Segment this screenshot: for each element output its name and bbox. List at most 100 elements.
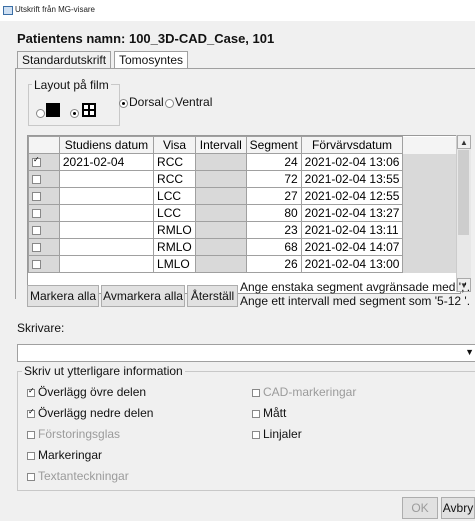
patient-name: Patientens namn: 100_3D-CAD_Case, 101 — [17, 31, 275, 46]
header-interval[interactable]: Intervall — [194, 136, 247, 154]
checkbox-icon[interactable] — [252, 410, 260, 418]
hint-single-segments: Ange enstaka segment avgränsade med ','. — [240, 280, 471, 294]
cell-interval[interactable] — [194, 204, 247, 222]
cell-study-date[interactable] — [58, 204, 155, 222]
option-label: Mått — [263, 406, 287, 420]
layout-single-radio[interactable] — [36, 109, 45, 118]
reset-button[interactable]: Återställ — [187, 285, 238, 307]
table-row[interactable]: 2021-02-04 RCC 24 2021-02-04 13:06 — [28, 153, 460, 171]
layout-quad-radio[interactable] — [70, 109, 79, 118]
table-row[interactable]: RCC 72 2021-02-04 13:55 — [28, 170, 460, 188]
row-checkbox[interactable] — [32, 155, 41, 167]
row-checkbox-cell[interactable] — [28, 238, 60, 256]
checkbox-icon[interactable] — [27, 407, 35, 418]
option-cad-markings: CAD-markeringar — [252, 385, 356, 399]
row-checkbox[interactable] — [32, 226, 41, 235]
ok-button[interactable]: OK — [402, 497, 438, 519]
cell-view: LCC — [153, 187, 196, 205]
cell-study-date[interactable] — [58, 170, 155, 188]
cell-interval[interactable] — [194, 255, 247, 273]
row-checkbox[interactable] — [32, 243, 41, 252]
row-checkbox-cell[interactable] — [28, 204, 60, 222]
dorsal-label: Dorsal — [129, 95, 164, 109]
option-rulers[interactable]: Linjaler — [252, 427, 302, 441]
cell-interval[interactable] — [194, 238, 247, 256]
row-checkbox[interactable] — [32, 192, 41, 201]
cancel-button[interactable]: Avbry — [441, 497, 475, 519]
tab-tomosyntes[interactable]: Tomosyntes — [114, 51, 189, 68]
cell-view: RMLO — [153, 221, 196, 239]
row-checkbox[interactable] — [32, 175, 41, 184]
row-checkbox-cell[interactable] — [28, 187, 60, 205]
option-label: Förstoringsglas — [38, 427, 121, 441]
header-study-date[interactable]: Studiens datum — [58, 136, 155, 154]
cell-study-date[interactable] — [58, 221, 155, 239]
cell-interval[interactable] — [194, 153, 247, 171]
row-checkbox-cell[interactable] — [28, 170, 60, 188]
cell-view: RCC — [153, 170, 196, 188]
option-label: Markeringar — [38, 448, 103, 462]
cell-acquisition-date: 2021-02-04 13:11 — [300, 221, 404, 239]
row-checkbox[interactable] — [32, 260, 41, 269]
row-checkbox-cell[interactable] — [28, 153, 60, 171]
cell-segment[interactable]: 68 — [245, 238, 302, 256]
row-checkbox-cell[interactable] — [28, 255, 60, 273]
option-markings[interactable]: Markeringar — [27, 448, 102, 462]
option-label: Textanteckningar — [38, 469, 129, 483]
checkbox-icon — [27, 431, 35, 439]
cell-view: LCC — [153, 204, 196, 222]
checkbox-icon[interactable] — [27, 452, 35, 460]
chevron-down-icon[interactable]: ▼ — [465, 347, 474, 357]
cell-segment[interactable]: 27 — [245, 187, 302, 205]
scroll-thumb[interactable] — [458, 150, 469, 235]
table-row[interactable]: LCC 27 2021-02-04 12:55 — [28, 187, 460, 205]
header-acquisition-date[interactable]: Förvärvsdatum — [300, 136, 404, 154]
cell-interval[interactable] — [194, 170, 247, 188]
option-measurements[interactable]: Mått — [252, 406, 286, 420]
option-overlay-bottom[interactable]: Överlägg nedre delen — [27, 406, 153, 420]
table-row[interactable]: RMLO 23 2021-02-04 13:11 — [28, 221, 460, 239]
cell-segment[interactable]: 26 — [245, 255, 302, 273]
option-label: CAD-markeringar — [263, 385, 357, 399]
cell-acquisition-date: 2021-02-04 13:27 — [300, 204, 404, 222]
ventral-radio[interactable] — [165, 99, 174, 108]
checkbox-icon — [27, 473, 35, 481]
checkbox-icon[interactable] — [27, 386, 35, 397]
cell-view: LMLO — [153, 255, 196, 273]
cell-filler — [402, 170, 460, 188]
table-row[interactable]: RMLO 68 2021-02-04 14:07 — [28, 238, 460, 256]
scroll-up-icon[interactable]: ▲ — [457, 135, 471, 149]
header-view[interactable]: Visa — [153, 136, 196, 154]
tab-standardutskrift[interactable]: Standardutskrift — [17, 51, 112, 68]
segment-grid: Studiens datum Visa Intervall Segment Fö… — [27, 135, 461, 294]
window-title: Utskrift från MG-visare — [15, 5, 96, 14]
header-segment[interactable]: Segment — [245, 136, 302, 154]
printer-select[interactable]: ▼ — [17, 344, 475, 362]
checkbox-icon[interactable] — [252, 431, 260, 439]
row-checkbox-cell[interactable] — [28, 221, 60, 239]
table-row[interactable]: LMLO 26 2021-02-04 13:00 — [28, 255, 460, 273]
cell-study-date[interactable] — [58, 255, 155, 273]
cell-filler — [402, 255, 460, 273]
ventral-label: Ventral — [175, 95, 213, 109]
table-header-row: Studiens datum Visa Intervall Segment Fö… — [28, 136, 460, 154]
cell-segment[interactable]: 24 — [245, 153, 302, 171]
cell-segment[interactable]: 72 — [245, 170, 302, 188]
table-row[interactable]: LCC 80 2021-02-04 13:27 — [28, 204, 460, 222]
cell-study-date[interactable] — [58, 238, 155, 256]
grid-vertical-scrollbar[interactable]: ▲ ▼ — [456, 135, 471, 292]
cell-interval[interactable] — [194, 187, 247, 205]
cell-acquisition-date: 2021-02-04 14:07 — [300, 238, 404, 256]
option-overlay-top[interactable]: Överlägg övre delen — [27, 385, 146, 399]
cell-view: RMLO — [153, 238, 196, 256]
dorsal-radio[interactable] — [119, 99, 128, 108]
segment-table: Studiens datum Visa Intervall Segment Fö… — [28, 136, 460, 273]
unmark-all-button[interactable]: Avmarkera alla — [101, 285, 185, 307]
row-checkbox[interactable] — [32, 209, 41, 218]
cell-study-date[interactable] — [58, 187, 155, 205]
cell-segment[interactable]: 80 — [245, 204, 302, 222]
cell-segment[interactable]: 23 — [245, 221, 302, 239]
cell-interval[interactable] — [194, 221, 247, 239]
cell-study-date[interactable]: 2021-02-04 — [58, 153, 155, 171]
mark-all-button[interactable]: Markera alla — [27, 285, 99, 307]
